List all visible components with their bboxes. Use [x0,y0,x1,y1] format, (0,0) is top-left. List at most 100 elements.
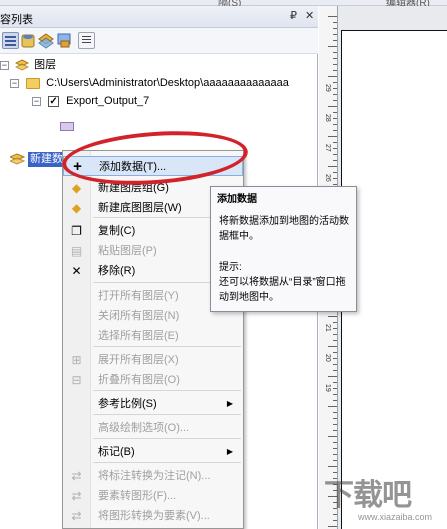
ruler-tick [333,520,337,521]
tooltip-hint-label: 提示: [219,262,242,273]
new-group-layer-icon: ◆ [71,181,82,195]
folder-icon [26,77,41,89]
ruler-tick [333,358,337,359]
ruler-tick [328,496,337,497]
new-basemap-layer-icon: ◆ [71,201,82,215]
tree-root-layers[interactable]: − 图层 [0,56,56,74]
ruler-tick [333,448,337,449]
tooltip-hint-body: 还可以将数据从“目录”窗口拖动到地图中。 [219,277,346,303]
menu-item[interactable]: ⇄ 要素转图形(F)... [63,486,243,506]
ruler-tick [333,94,337,95]
ruler-tick [333,82,337,83]
close-icon[interactable]: ✕ [305,9,314,22]
copy-icon: ❐ [71,224,82,238]
layer-symbol-swatch[interactable] [60,122,74,131]
ruler-tick [333,160,337,161]
tree-folder-row[interactable]: − C:\Users\Administrator\Desktop\aaaaaaa… [10,74,289,92]
ruler-tick [333,430,337,431]
pin-icon[interactable]: ₽ [290,9,297,22]
menu-item[interactable]: ⇄ 将标注转换为注记(N)... [63,466,243,486]
menu-item-label: 关闭所有图层(N) [98,310,180,322]
convert-labels-icon: ⇄ [71,469,82,483]
ruler-tick [333,454,337,455]
ruler-tick [333,382,337,383]
ruler-label: 19 [324,384,331,392]
ruler-tick [328,16,337,17]
new-data-frame-label[interactable]: 新建数 [28,152,65,167]
ruler-tick [333,22,337,23]
menu-item-label: 高级绘制选项(O)... [98,422,190,434]
list-by-source-icon[interactable] [20,32,37,49]
data-frame-icon [10,153,25,165]
menu-separator [93,414,241,415]
layer-visibility-checkbox[interactable]: ✓ [48,95,60,107]
layers-icon [14,59,30,71]
menu-item[interactable]: ⊞ 展开所有图层(X) [63,350,243,370]
ruler-tick [333,412,337,413]
ruler-tick [333,58,337,59]
ruler-tick [333,400,337,401]
list-by-visibility-icon[interactable] [38,32,55,49]
collapse-toggle-icon[interactable]: − [10,78,19,88]
ruler-tick [333,394,337,395]
ruler-tick [333,388,337,389]
collapse-all-icon: ⊟ [71,373,82,387]
ruler-tick [333,118,337,119]
options-icon[interactable] [78,32,95,49]
menu-item[interactable]: 参考比例(S) ▶ [63,394,243,414]
menu-item-label: 将标注转换为注记(N)... [98,470,211,482]
menu-item-label: 新建底图图层(W) [98,202,182,214]
ruler-label: 21 [324,324,331,332]
submenu-arrow-icon: ▶ [226,399,233,408]
ruler-tick [333,484,337,485]
ruler-tick [333,418,337,419]
menu-separator [93,346,241,347]
tree-layer-row[interactable]: − ✓ Export_Output_7 [32,92,149,110]
ruler-tick [328,166,337,167]
submenu-arrow-icon: ▶ [226,447,233,456]
ruler-tick [333,178,337,179]
ruler-tick [333,352,337,353]
ruler-label: 27 [324,144,331,152]
collapse-toggle-icon[interactable]: − [32,96,41,106]
menu-item[interactable]: ⇄ 将图形转换为要素(V)... [63,506,243,526]
ruler-tick [333,322,337,323]
menu-separator [93,462,241,463]
ruler-tick [333,52,337,53]
menu-item-label: 参考比例(S) [98,398,157,410]
expand-all-icon: ⊞ [71,353,82,367]
menu-item[interactable]: + 添加数据(T)... [63,156,243,176]
ruler-tick [333,142,337,143]
ruler-tick [333,40,337,41]
tree-root-label: 图层 [34,59,57,71]
ruler-tick [328,526,337,527]
ruler-tick [333,130,337,131]
ruler-tick [333,370,337,371]
ruler-tick [333,28,337,29]
ruler-tick [333,472,337,473]
ruler-tick [333,112,337,113]
ruler-tick [333,70,337,71]
ruler-tick [333,508,337,509]
ruler-tick [328,466,337,467]
menu-item[interactable]: 选择所有图层(E) [63,326,243,346]
list-by-selection-icon[interactable] [56,32,73,49]
ruler-tick [333,514,337,515]
menu-item[interactable]: 高级绘制选项(O)... [63,418,243,438]
ruler-tick [333,184,337,185]
menu-item[interactable]: 标记(B) ▶ [63,442,243,462]
collapse-toggle-icon[interactable]: − [0,60,9,70]
list-by-drawing-order-icon[interactable] [2,32,19,49]
menu-item-label: 选择所有图层(E) [98,330,179,342]
ruler-label: 26 [324,174,331,182]
ruler-tick [333,364,337,365]
menu-item-label: 粘贴图层(P) [98,245,157,257]
features-to-graphics-icon: ⇄ [71,489,82,503]
menu-separator [93,390,241,391]
tooltip-body: 将新数据添加到地图的活动数据框中。 [219,216,349,242]
ruler-tick [333,340,337,341]
menu-item[interactable]: ⊟ 折叠所有图层(O) [63,370,243,390]
graphics-to-features-icon: ⇄ [71,509,82,523]
paste-icon: ▤ [70,244,83,258]
ruler-tick [333,328,337,329]
